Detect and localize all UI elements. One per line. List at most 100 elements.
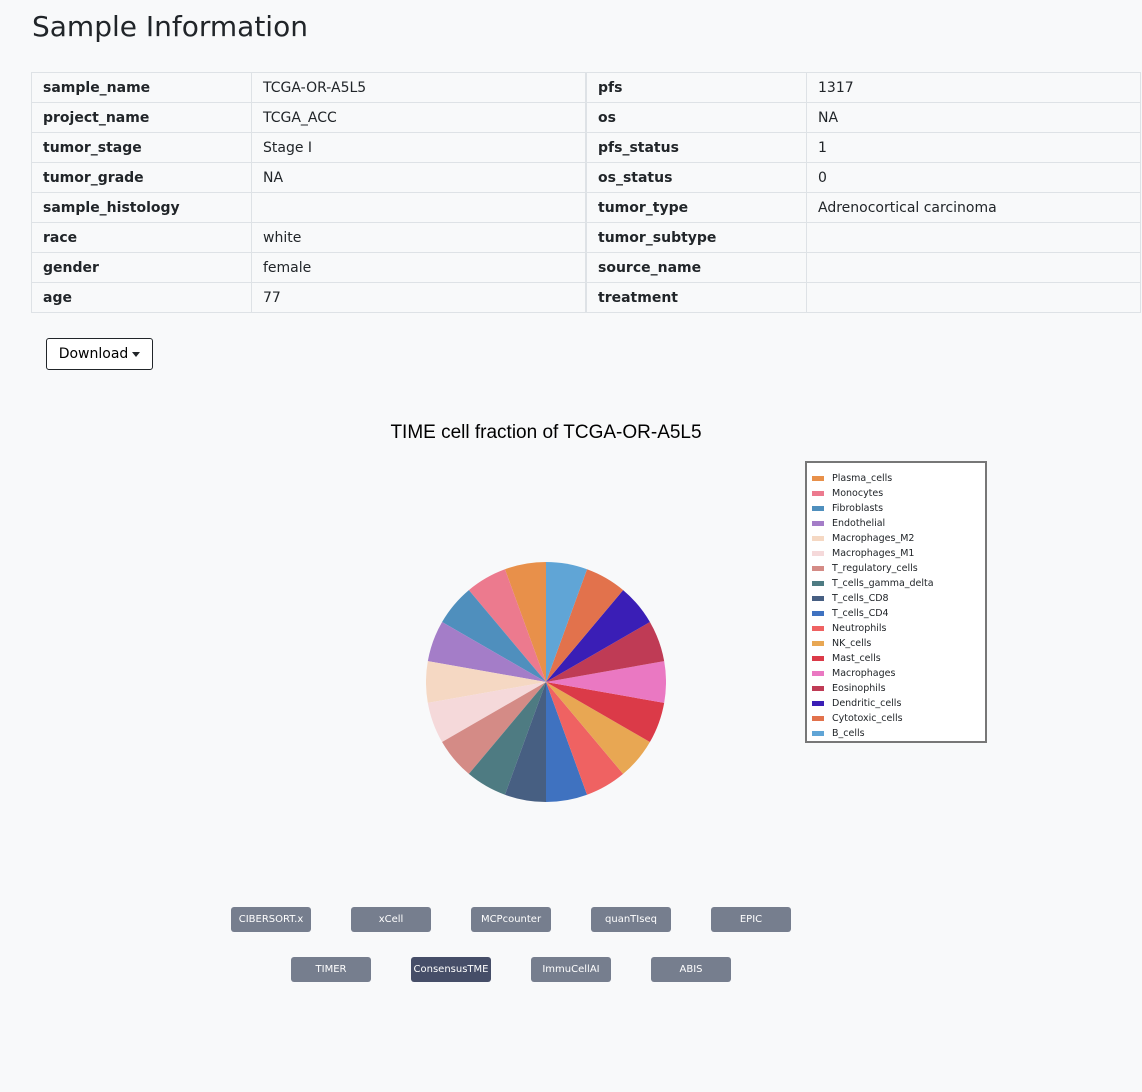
- info-value: 1: [806, 132, 1141, 163]
- legend-swatch: [812, 656, 824, 661]
- legend-swatch: [812, 626, 824, 631]
- method-button-consensustme[interactable]: ConsensusTME: [411, 957, 491, 982]
- method-button-mcpcounter[interactable]: MCPcounter: [471, 907, 551, 932]
- page-title: Sample Information: [32, 10, 308, 43]
- info-value: 0: [806, 162, 1141, 193]
- info-key: source_name: [586, 252, 807, 283]
- legend-item: Macrophages_M2: [812, 531, 981, 546]
- info-key: tumor_grade: [31, 162, 252, 193]
- chart-title: TIME cell fraction of TCGA-OR-A5L5: [390, 422, 702, 443]
- legend-item: Monocytes: [812, 486, 981, 501]
- info-row: tumor_stage Stage I: [31, 132, 586, 163]
- info-value: 77: [251, 282, 586, 313]
- method-button-xcell[interactable]: xCell: [351, 907, 431, 932]
- info-value: NA: [806, 102, 1141, 133]
- info-row: os NA: [586, 102, 1141, 133]
- legend-label: T_regulatory_cells: [832, 563, 918, 574]
- legend-label: Dendritic_cells: [832, 698, 902, 709]
- legend-swatch: [812, 476, 824, 481]
- method-button-immucellai[interactable]: ImmuCellAI: [531, 957, 611, 982]
- method-button-epic[interactable]: EPIC: [711, 907, 791, 932]
- pie-chart: [426, 562, 666, 802]
- info-value: [806, 222, 1141, 253]
- info-value: 1317: [806, 72, 1141, 103]
- info-key: sample_name: [31, 72, 252, 103]
- legend-item: B_cells: [812, 726, 981, 741]
- download-label: Download: [58, 346, 129, 362]
- info-row: race white: [31, 222, 586, 253]
- legend-item: T_cells_CD4: [812, 606, 981, 621]
- info-key: treatment: [586, 282, 807, 313]
- legend-label: Macrophages_M2: [832, 533, 915, 544]
- legend-label: T_cells_CD8: [832, 593, 889, 604]
- info-value: NA: [251, 162, 586, 193]
- download-button[interactable]: Download: [46, 338, 153, 370]
- sample-info-table-left: sample_name TCGA-OR-A5L5 project_name TCGA_…: [31, 72, 586, 313]
- info-row: gender female: [31, 252, 586, 283]
- info-row: pfs 1317: [586, 72, 1141, 103]
- legend-swatch: [812, 536, 824, 541]
- info-key: race: [31, 222, 252, 253]
- info-row: project_name TCGA_ACC: [31, 102, 586, 133]
- info-key: os_status: [586, 162, 807, 193]
- legend-label: Fibroblasts: [832, 503, 884, 514]
- legend-item: Fibroblasts: [812, 501, 981, 516]
- legend-item: Plasma_cells: [812, 471, 981, 486]
- info-value: white: [251, 222, 586, 253]
- info-value: TCGA-OR-A5L5: [251, 72, 586, 103]
- info-row: age 77: [31, 282, 586, 313]
- info-key: age: [31, 282, 252, 313]
- legend-item: NK_cells: [812, 636, 981, 651]
- legend-label: Endothelial: [832, 518, 886, 529]
- method-button-timer[interactable]: TIMER: [291, 957, 371, 982]
- legend-label: Eosinophils: [832, 683, 886, 694]
- legend-label: Mast_cells: [832, 653, 881, 664]
- info-value: Stage I: [251, 132, 586, 163]
- legend-swatch: [812, 641, 824, 646]
- legend-swatch: [812, 671, 824, 676]
- info-value: Adrenocortical carcinoma: [806, 192, 1141, 223]
- legend-label: Plasma_cells: [832, 473, 893, 484]
- legend-item: T_cells_CD8: [812, 591, 981, 606]
- legend-label: Neutrophils: [832, 623, 887, 634]
- method-button-abis[interactable]: ABIS: [651, 957, 731, 982]
- legend-swatch: [812, 551, 824, 556]
- method-button-quantiseq[interactable]: quanTIseq: [591, 907, 671, 932]
- info-value: TCGA_ACC: [251, 102, 586, 133]
- legend-item: T_cells_gamma_delta: [812, 576, 981, 591]
- legend-swatch: [812, 596, 824, 601]
- method-button-cibersort-x[interactable]: CIBERSORT.x: [231, 907, 311, 932]
- legend-label: T_cells_gamma_delta: [832, 578, 934, 589]
- legend-label: Macrophages_M1: [832, 548, 915, 559]
- legend-label: B_cells: [832, 728, 865, 739]
- info-row: sample_name TCGA-OR-A5L5: [31, 72, 586, 103]
- info-value: female: [251, 252, 586, 283]
- legend-label: NK_cells: [832, 638, 872, 649]
- info-key: gender: [31, 252, 252, 283]
- legend-item: Neutrophils: [812, 621, 981, 636]
- legend-swatch: [812, 491, 824, 496]
- legend-item: Macrophages: [812, 666, 981, 681]
- info-key: tumor_type: [586, 192, 807, 223]
- legend-item: Macrophages_M1: [812, 546, 981, 561]
- legend-item: Cytotoxic_cells: [812, 711, 981, 726]
- info-row: pfs_status 1: [586, 132, 1141, 163]
- sample-info-table-right: pfs 1317 os NA pfs_status 1 os_status 0 tumor_ty…: [586, 72, 1141, 313]
- chart-legend: Plasma_cells Monocytes Fibroblasts Endothel…: [805, 461, 987, 743]
- info-key: tumor_subtype: [586, 222, 807, 253]
- legend-label: Macrophages: [832, 668, 896, 679]
- legend-label: T_cells_CD4: [832, 608, 889, 619]
- info-row: treatment: [586, 282, 1141, 313]
- legend-swatch: [812, 521, 824, 526]
- info-key: pfs: [586, 72, 807, 103]
- legend-swatch: [812, 506, 824, 511]
- info-row: tumor_type Adrenocortical carcinoma: [586, 192, 1141, 223]
- legend-item: Endothelial: [812, 516, 981, 531]
- info-key: os: [586, 102, 807, 133]
- info-value: [806, 282, 1141, 313]
- legend-label: Monocytes: [832, 488, 884, 499]
- legend-swatch: [812, 566, 824, 571]
- info-row: tumor_subtype: [586, 222, 1141, 253]
- legend-swatch: [812, 716, 824, 721]
- info-row: os_status 0: [586, 162, 1141, 193]
